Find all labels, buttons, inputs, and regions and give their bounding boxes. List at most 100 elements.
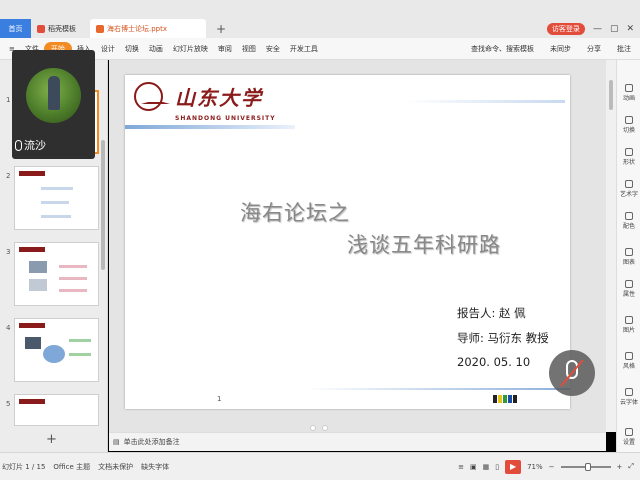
tool-wordart[interactable]: 艺术字 bbox=[617, 180, 640, 198]
tool-chart[interactable]: 图表 bbox=[617, 248, 640, 266]
status-bar: 幻灯片 1 / 15 Office 主题 文档未保护 缺失字体 ≡ ▣ ▦ ▯ … bbox=[0, 452, 640, 480]
university-logo-en: SHANDONG UNIVERSITY bbox=[175, 115, 276, 122]
protect-status[interactable]: 文档未保护 bbox=[98, 462, 133, 472]
advisor-text[interactable]: 导师: 马衍东 教授 bbox=[457, 330, 549, 346]
mini-text-line bbox=[69, 339, 91, 342]
mini-text-line bbox=[59, 265, 87, 268]
thumbnail-scrollbar[interactable] bbox=[101, 140, 105, 270]
decorative-bar bbox=[305, 388, 570, 390]
notes-bar[interactable]: ▤ 单击此处添加备注 bbox=[109, 432, 606, 451]
date-text[interactable]: 2020. 05. 10 bbox=[457, 355, 530, 369]
tool-settings[interactable]: 设置 bbox=[617, 428, 640, 446]
palette-icon bbox=[625, 212, 633, 220]
mini-text-line bbox=[69, 353, 91, 356]
reading-view-icon[interactable]: ▯ bbox=[495, 463, 499, 471]
reporter-text[interactable]: 报告人: 赵 佩 bbox=[457, 305, 526, 321]
wordart-icon bbox=[625, 180, 633, 188]
picture-icon bbox=[625, 316, 633, 324]
thumb-number: 2 bbox=[6, 172, 11, 180]
tab-home[interactable]: 首页 bbox=[0, 19, 31, 38]
menu-developer[interactable]: 开发工具 bbox=[285, 42, 323, 56]
canvas-scrollbar[interactable] bbox=[606, 60, 616, 432]
new-tab-button[interactable]: + bbox=[212, 19, 230, 38]
animation-icon bbox=[625, 84, 633, 92]
tool-properties[interactable]: 属性 bbox=[617, 280, 640, 298]
zoom-out-icon[interactable]: − bbox=[549, 463, 555, 471]
play-slideshow-icon[interactable]: ▶ bbox=[505, 459, 522, 474]
university-seal-icon bbox=[134, 82, 170, 111]
menu-animation[interactable]: 动画 bbox=[144, 42, 168, 56]
mini-logo bbox=[19, 171, 45, 176]
thumb-number: 1 bbox=[6, 96, 11, 104]
mute-button[interactable] bbox=[549, 350, 595, 396]
notes-icon: ▤ bbox=[113, 438, 120, 446]
menu-view[interactable]: 视图 bbox=[237, 42, 261, 56]
university-logo-cn: 山东大学 bbox=[175, 86, 263, 110]
gear-icon bbox=[625, 428, 633, 436]
add-slide-button[interactable]: + bbox=[46, 432, 57, 447]
thumb-number: 5 bbox=[6, 400, 11, 408]
tab-template-label: 稻壳模板 bbox=[48, 24, 76, 33]
menu-slideshow[interactable]: 幻灯片放映 bbox=[168, 42, 213, 56]
decorative-bar bbox=[405, 100, 565, 103]
tool-animation[interactable]: 动画 bbox=[617, 84, 640, 102]
title-tab-bar: 首页 稻壳模板 海右博士论坛.pptx + 访客登录 — ▢ ✕ bbox=[0, 0, 640, 38]
tool-color-scheme[interactable]: 配色 bbox=[617, 212, 640, 230]
notes-placeholder[interactable]: 单击此处添加备注 bbox=[124, 437, 180, 447]
maximize-icon[interactable]: ▢ bbox=[610, 24, 619, 34]
mini-logo bbox=[19, 247, 45, 252]
slide-dots bbox=[310, 425, 328, 431]
cloud-font-icon bbox=[625, 388, 633, 396]
comment-button[interactable]: 批注 bbox=[612, 42, 636, 56]
mini-image bbox=[29, 279, 47, 291]
missing-font[interactable]: 缺失字体 bbox=[141, 462, 169, 472]
login-button[interactable]: 访客登录 bbox=[546, 22, 585, 35]
zoom-slider[interactable] bbox=[560, 462, 611, 471]
chart-icon bbox=[625, 248, 633, 256]
webcam-name-tag: 流沙 bbox=[15, 137, 46, 153]
mini-text-line bbox=[41, 187, 73, 190]
status-right-group: ≡ ▣ ▦ ▯ ▶ 71% − + ⤢ bbox=[458, 459, 640, 474]
fit-window-icon[interactable]: ⤢ bbox=[628, 462, 634, 471]
sync-button[interactable]: 未同步 bbox=[545, 42, 576, 56]
thumb-number: 4 bbox=[6, 324, 11, 332]
person-silhouette bbox=[48, 76, 60, 110]
close-icon[interactable]: ✕ bbox=[626, 24, 634, 34]
slide-thumbnail-4[interactable] bbox=[14, 318, 99, 382]
thumb-number: 3 bbox=[6, 248, 11, 256]
share-button[interactable]: 分享 bbox=[582, 42, 606, 56]
tool-style[interactable]: 风格 bbox=[617, 352, 640, 370]
style-icon bbox=[625, 352, 633, 360]
slide-title-line-2[interactable]: 浅谈五年科研路 bbox=[347, 229, 501, 259]
tab-file[interactable]: 海右博士论坛.pptx bbox=[90, 19, 206, 38]
tool-transition[interactable]: 切换 bbox=[617, 116, 640, 134]
menu-transition[interactable]: 切换 bbox=[120, 42, 144, 56]
tab-template[interactable]: 稻壳模板 bbox=[31, 19, 87, 38]
menu-review[interactable]: 审阅 bbox=[213, 42, 237, 56]
transition-icon bbox=[625, 116, 633, 124]
right-tool-panel: 动画 切换 形状 艺术字 配色 图表 属性 图片 风格 云字体 设置 bbox=[616, 60, 640, 452]
zoom-in-icon[interactable]: + bbox=[617, 463, 623, 471]
mini-text-line bbox=[41, 201, 69, 204]
notes-toggle-icon[interactable]: ≡ bbox=[458, 463, 464, 471]
color-strip bbox=[493, 395, 517, 403]
slide-thumbnail-3[interactable] bbox=[14, 242, 99, 306]
slide-canvas[interactable]: 山东大学 SHANDONG UNIVERSITY 海右论坛之 浅谈五年科研路 报… bbox=[125, 75, 570, 409]
menu-security[interactable]: 安全 bbox=[261, 42, 285, 56]
tool-cloud-font[interactable]: 云字体 bbox=[617, 388, 640, 406]
normal-view-icon[interactable]: ▣ bbox=[470, 463, 477, 471]
theme-name[interactable]: Office 主题 bbox=[53, 462, 90, 472]
tool-picture[interactable]: 图片 bbox=[617, 316, 640, 334]
command-search[interactable]: 查找命令、搜索模板 bbox=[466, 42, 539, 56]
docer-icon bbox=[37, 24, 45, 33]
slide-title-line-1[interactable]: 海右论坛之 bbox=[240, 197, 350, 227]
minimize-icon[interactable]: — bbox=[593, 24, 602, 34]
ppt-file-icon bbox=[96, 24, 104, 33]
mini-logo bbox=[19, 323, 45, 328]
menu-design[interactable]: 设计 bbox=[96, 42, 120, 56]
sorter-view-icon[interactable]: ▦ bbox=[483, 463, 490, 471]
tool-shape[interactable]: 形状 bbox=[617, 148, 640, 166]
slide-thumbnail-2[interactable] bbox=[14, 166, 99, 230]
slide-thumbnail-5[interactable] bbox=[14, 394, 99, 426]
zoom-level[interactable]: 71% bbox=[527, 463, 543, 471]
